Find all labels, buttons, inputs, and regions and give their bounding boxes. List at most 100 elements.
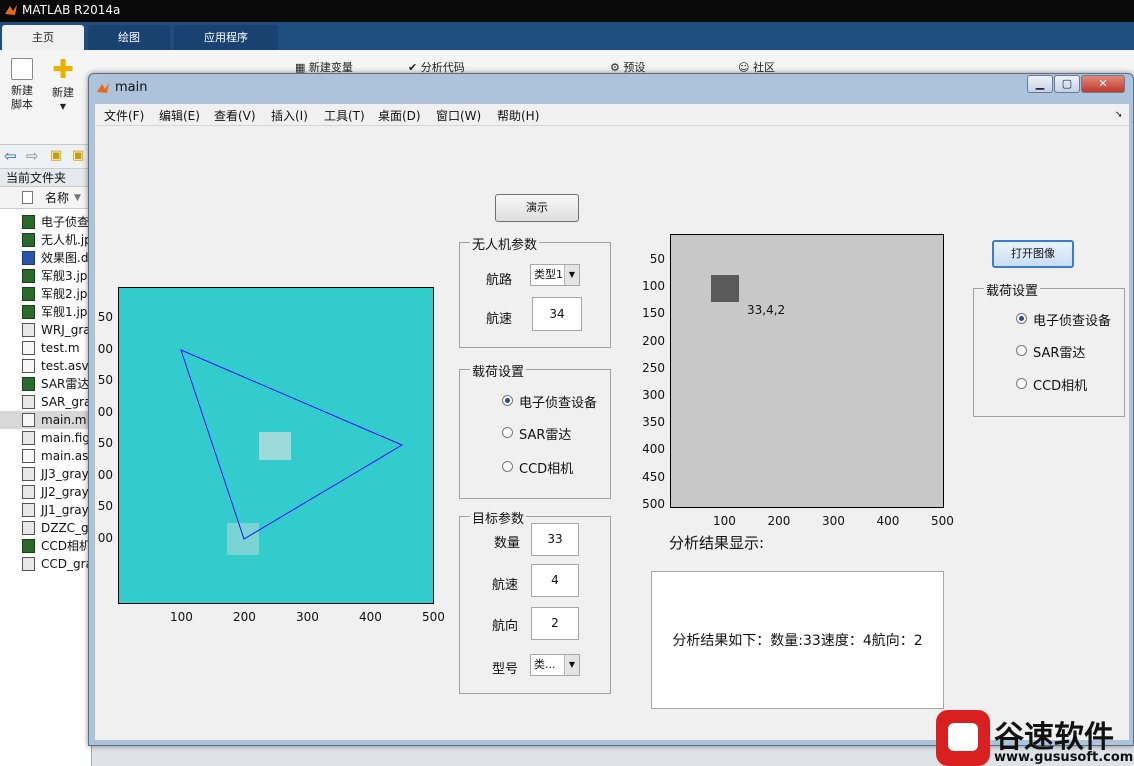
radio-esm-right-dot	[1016, 313, 1027, 324]
file-list-item[interactable]: DZZC_gr	[0, 519, 92, 537]
tab-plots[interactable]: 绘图	[88, 25, 170, 50]
file-list-item[interactable]: 军舰1.jp	[0, 303, 92, 321]
menu-file[interactable]: 文件(F)	[104, 107, 144, 124]
x-tick-label: 200	[233, 610, 256, 624]
file-list-item[interactable]: 军舰3.jp	[0, 267, 92, 285]
x-tick-label: 200	[767, 514, 791, 528]
figure-file-icon	[22, 485, 35, 499]
file-list-item[interactable]: test.asv	[0, 357, 92, 375]
flight-route-path	[180, 349, 404, 540]
current-folder-header: 当前文件夹	[0, 169, 92, 187]
file-column-header[interactable]: 名称 ▼	[0, 187, 92, 209]
file-list-item[interactable]: WRJ_gra	[0, 321, 92, 339]
folder-nav-bar: ⇦ ⇨ ▣ ▣	[0, 145, 92, 169]
menu-help[interactable]: 帮助(H)	[497, 107, 539, 124]
target-params-panel: 目标参数 数量 33 航速 4 航向 2 型号 类... ▼	[459, 508, 611, 694]
result-text: 分析结果如下：数量:33速度：4航向：2	[672, 633, 923, 649]
y-tick-label: 00	[97, 530, 113, 545]
image-file-icon	[22, 305, 35, 319]
tab-home[interactable]: 主页	[2, 25, 84, 50]
file-list-item[interactable]: main.asv	[0, 447, 92, 465]
count-input[interactable]: 33	[531, 523, 579, 556]
new-script-button[interactable]: 新建 脚本	[8, 58, 36, 112]
route-select-value: 类型1	[534, 268, 563, 281]
file-list-item[interactable]: 电子侦查	[0, 213, 92, 231]
y-tick-label: 250	[642, 360, 665, 375]
radio-sar-dot	[502, 427, 513, 438]
demo-button[interactable]: 演示	[495, 194, 579, 222]
x-tick-label: 100	[713, 514, 736, 528]
maximize-icon: ▢	[1061, 77, 1073, 90]
result-box[interactable]: 分析结果如下：数量:33速度：4航向：2	[651, 571, 944, 709]
open-image-button[interactable]: 打开图像	[992, 240, 1074, 268]
left-axes[interactable]	[118, 287, 434, 604]
menu-desktop[interactable]: 桌面(D)	[378, 107, 421, 124]
file-list-item[interactable]: CCD相机	[0, 537, 92, 555]
minimize-button[interactable]: ▁	[1027, 75, 1053, 93]
radio-esm-label: 电子侦查设备	[519, 396, 598, 411]
file-name: WRJ_gra	[41, 323, 91, 337]
file-list-item[interactable]: 效果图.d	[0, 249, 92, 267]
menu-view[interactable]: 查看(V)	[214, 107, 256, 124]
model-label: 型号	[492, 662, 519, 677]
file-name: DZZC_gr	[41, 521, 92, 535]
figure-file-icon	[22, 431, 35, 445]
y-tick-label: 50	[97, 310, 113, 324]
file-list-item[interactable]: JJ3_gray	[0, 465, 92, 483]
matlab-logo-icon	[5, 5, 17, 15]
file-list-item[interactable]: main.fig	[0, 429, 92, 447]
file-list-item[interactable]: 无人机.jp	[0, 231, 92, 249]
uav-speed-input[interactable]: 34	[532, 297, 582, 331]
target-annotation: 33,4,2	[747, 303, 786, 317]
target-speed-input[interactable]: 4	[531, 564, 579, 597]
radio-ccd-dot	[502, 461, 513, 472]
y-tick-label: 00	[97, 467, 113, 482]
browse-folder-icon[interactable]: ▣	[72, 148, 84, 163]
file-list-item[interactable]: test.m	[0, 339, 92, 357]
heading-input[interactable]: 2	[531, 607, 579, 640]
x-tick-label: 300	[296, 610, 319, 624]
file-list-item[interactable]: 军舰2.jp	[0, 285, 92, 303]
model-select[interactable]: 类... ▼	[530, 654, 580, 676]
minimize-icon: ▁	[1035, 77, 1045, 90]
y-tick-label: 150	[642, 306, 665, 321]
figure-menubar: 文件(F) 编辑(E) 查看(V) 插入(I) 工具(T) 桌面(D) 窗口(W…	[95, 104, 1129, 126]
file-name: test.m	[41, 341, 80, 355]
file-list-item[interactable]: CCD_gra	[0, 555, 92, 573]
back-arrow-icon[interactable]: ⇦	[4, 147, 17, 165]
route-select[interactable]: 类型1 ▼	[530, 264, 580, 286]
figure-file-icon	[22, 521, 35, 535]
new-button[interactable]: ✚ 新建 ▼	[50, 57, 76, 114]
file-name: main.m	[41, 413, 87, 427]
word-file-icon	[22, 251, 35, 265]
m-file-icon	[22, 413, 35, 427]
menu-edit[interactable]: 编辑(E)	[159, 107, 200, 124]
close-button[interactable]: ✕	[1081, 75, 1125, 93]
radio-ccd-label: CCD相机	[519, 462, 574, 477]
forward-arrow-icon[interactable]: ⇨	[26, 147, 39, 165]
y-tick-label: 450	[642, 469, 665, 484]
dock-arrow-icon[interactable]: ➘	[1115, 110, 1123, 120]
main-tabs: 主页 绘图 应用程序	[0, 22, 1134, 50]
file-name: 军舰1.jp	[41, 305, 88, 319]
file-list-item[interactable]: SAR雷达	[0, 375, 92, 393]
file-list-item[interactable]: main.m	[0, 411, 92, 429]
folder-up-icon[interactable]: ▣	[50, 148, 62, 163]
file-name: 电子侦查	[41, 215, 90, 229]
figure-client-area: 100 200 300 400 500 50 00 50 00 50 00 50 00 演示 无人机参…	[95, 126, 1129, 740]
menu-insert[interactable]: 插入(I)	[271, 107, 308, 124]
tab-apps[interactable]: 应用程序	[174, 25, 278, 50]
target-speed-label: 航速	[492, 578, 519, 593]
m-file-icon	[22, 449, 35, 463]
file-list-item[interactable]: JJ1_gray	[0, 501, 92, 519]
file-name: JJ3_gray	[41, 467, 89, 481]
maximize-button[interactable]: ▢	[1054, 75, 1080, 93]
new-script-label: 新建 脚本	[11, 84, 33, 111]
menu-window[interactable]: 窗口(W)	[436, 107, 481, 124]
file-list-item[interactable]: SAR_gra	[0, 393, 92, 411]
new-label: 新建	[52, 86, 74, 99]
file-list-item[interactable]: JJ2_gray	[0, 483, 92, 501]
payload-panel: 载荷设置 电子侦查设备 SAR雷达 CCD相机	[459, 361, 611, 499]
right-axes[interactable]: 33,4,2	[670, 234, 944, 508]
menu-tools[interactable]: 工具(T)	[324, 107, 365, 124]
